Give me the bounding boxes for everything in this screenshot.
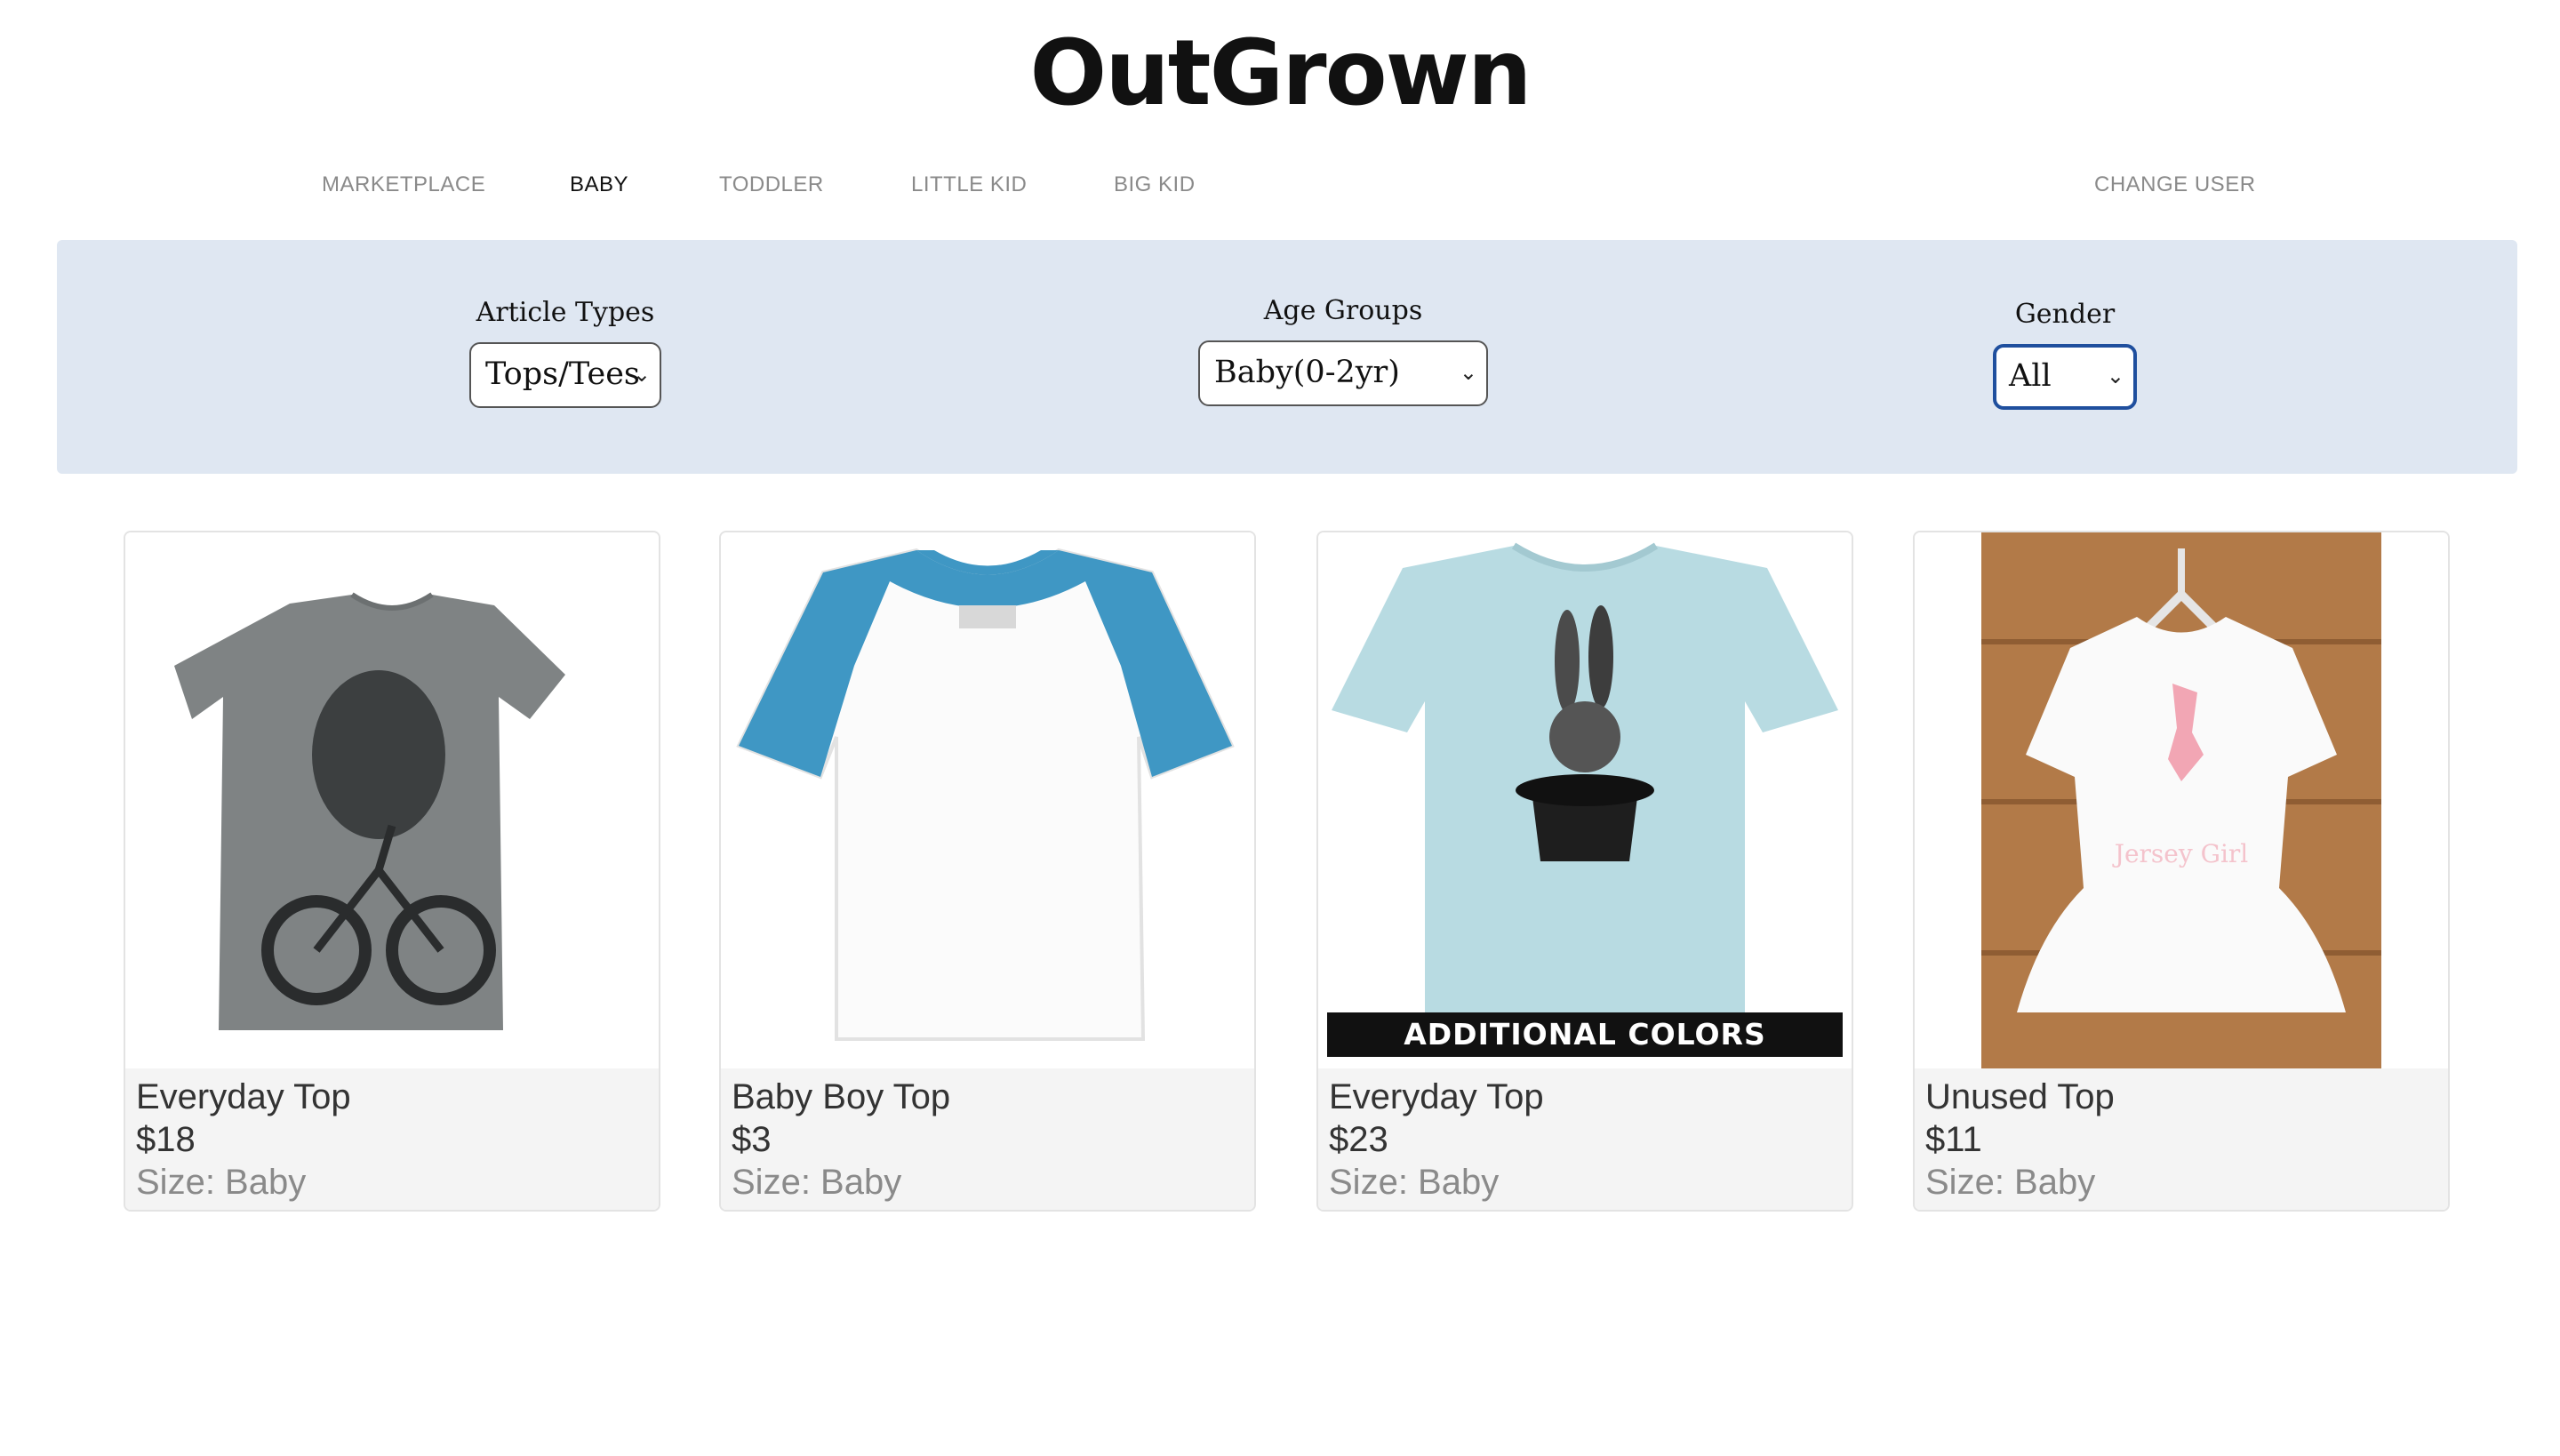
peplum-tee-image: Jersey Girl <box>1915 532 2448 1068</box>
article-types-select[interactable]: Tops/Tees ⌄ <box>469 342 661 408</box>
product-name: Unused Top <box>1925 1077 2115 1116</box>
product-info: Unused Top $11 Size: Baby <box>1915 1068 2448 1210</box>
product-info: Baby Boy Top $3 Size: Baby <box>721 1068 1254 1210</box>
age-groups-value: Baby(0-2yr) <box>1214 355 1400 390</box>
age-groups-label: Age Groups <box>1263 295 1423 326</box>
filter-panel: Article Types Tops/Tees ⌄ Age Groups Bab… <box>57 240 2517 474</box>
chevron-down-icon: ⌄ <box>2106 364 2124 388</box>
manatee-bicycle-tee-image <box>125 532 659 1068</box>
product-size: Size: Baby <box>1925 1163 2096 1202</box>
nav-toddler[interactable]: TODDLER <box>719 172 824 197</box>
product-name: Everyday Top <box>1329 1077 1544 1116</box>
rabbit-hat-tee-image: ADDITIONAL COLORS AVAILABLE <box>1318 532 1852 1068</box>
product-price: $18 <box>136 1120 196 1159</box>
article-types-label: Article Types <box>476 297 655 328</box>
jersey-girl-print: Jersey Girl <box>2114 839 2249 868</box>
product-size: Size: Baby <box>136 1163 307 1202</box>
nav-big-kid[interactable]: BIG KID <box>1114 172 1196 197</box>
gender-filter: Gender All ⌄ <box>1993 299 2137 410</box>
age-groups-filter: Age Groups Baby(0-2yr) ⌄ <box>1198 295 1488 406</box>
gender-select[interactable]: All ⌄ <box>1993 344 2137 410</box>
product-price: $11 <box>1925 1120 1982 1159</box>
product-card[interactable]: ADDITIONAL COLORS AVAILABLE Everyday Top… <box>1316 531 1853 1212</box>
chevron-down-icon: ⌄ <box>632 362 651 387</box>
product-card[interactable]: Baby Boy Top $3 Size: Baby <box>719 531 1256 1212</box>
product-name: Everyday Top <box>136 1077 351 1116</box>
brand-title: OutGrown <box>1029 20 1532 126</box>
product-card[interactable]: Jersey Girl Unused Top $11 Size: Baby <box>1913 531 2450 1212</box>
age-groups-select[interactable]: Baby(0-2yr) ⌄ <box>1198 340 1488 406</box>
product-card[interactable]: Everyday Top $18 Size: Baby <box>124 531 660 1212</box>
nav-baby[interactable]: BABY <box>570 172 628 197</box>
product-price: $23 <box>1329 1120 1388 1159</box>
nav-change-user[interactable]: CHANGE USER <box>2094 172 2256 197</box>
article-types-filter: Article Types Tops/Tees ⌄ <box>469 297 661 408</box>
nav-marketplace[interactable]: MARKETPLACE <box>322 172 485 197</box>
product-info: Everyday Top $23 Size: Baby <box>1318 1068 1852 1210</box>
gender-label: Gender <box>2014 299 2116 330</box>
product-info: Everyday Top $18 Size: Baby <box>125 1068 659 1210</box>
additional-colors-banner: ADDITIONAL COLORS AVAILABLE <box>1404 1017 1766 1068</box>
gender-value: All <box>2009 358 2052 394</box>
nav-little-kid[interactable]: LITTLE KID <box>911 172 1027 197</box>
product-price: $3 <box>732 1120 772 1159</box>
raglan-tee-image <box>721 532 1254 1068</box>
article-types-value: Tops/Tees <box>485 356 640 392</box>
product-size: Size: Baby <box>732 1163 902 1202</box>
product-name: Baby Boy Top <box>732 1077 951 1116</box>
product-size: Size: Baby <box>1329 1163 1500 1202</box>
chevron-down-icon: ⌄ <box>1459 360 1477 385</box>
